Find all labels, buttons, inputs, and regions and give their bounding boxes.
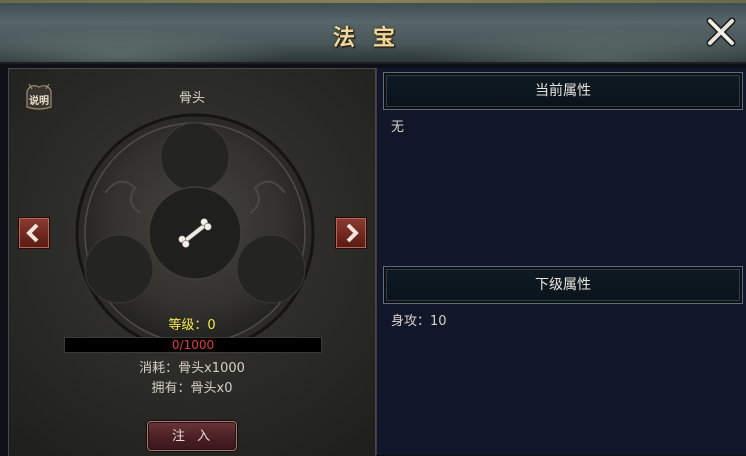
inject-button[interactable]: 注入 bbox=[147, 421, 237, 451]
slot-left bbox=[84, 234, 154, 304]
level-text: 等级：0 bbox=[168, 318, 216, 333]
slot-top bbox=[160, 122, 230, 192]
cost-text: 消耗：骨头x1000 bbox=[139, 361, 245, 376]
current-attributes-header: 当前属性 bbox=[383, 72, 743, 110]
progress-bar: 0/1000 bbox=[64, 337, 322, 353]
prev-arrow-button[interactable] bbox=[19, 218, 49, 248]
current-attributes-value: 无 bbox=[391, 120, 405, 135]
next-level-attributes-header: 下级属性 bbox=[383, 266, 743, 304]
owned-text: 拥有：骨头x0 bbox=[151, 381, 233, 396]
title-bar: 法宝 bbox=[0, 0, 746, 64]
chevron-left-icon bbox=[26, 223, 39, 243]
slot-right bbox=[236, 234, 306, 304]
artifact-panel: 说明 骨头 等级：0 0/1000 消耗：骨头x1000 拥有：骨头x0 注入 bbox=[8, 68, 376, 456]
attributes-panel: 当前属性 无 下级属性 身攻：10 bbox=[376, 68, 746, 455]
next-arrow-button[interactable] bbox=[336, 218, 366, 248]
close-button[interactable] bbox=[704, 16, 738, 48]
window-title: 法宝 bbox=[332, 25, 413, 51]
next-level-attributes-value: 身攻：10 bbox=[391, 314, 447, 329]
close-icon bbox=[706, 17, 736, 47]
progress-text: 0/1000 bbox=[171, 338, 215, 352]
item-name: 骨头 bbox=[178, 91, 205, 106]
chevron-right-icon bbox=[346, 223, 359, 243]
